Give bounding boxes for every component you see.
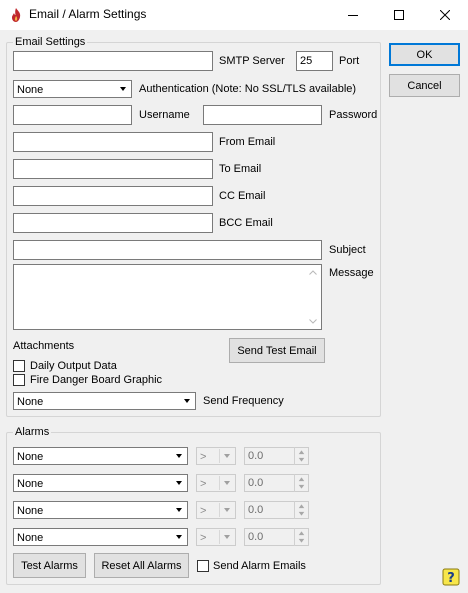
alarm-operator-value: >: [200, 451, 207, 463]
chevron-down-icon: [171, 476, 186, 490]
username-field[interactable]: [13, 105, 132, 125]
scroll-up-icon: [309, 270, 317, 275]
to-email-field[interactable]: [13, 159, 213, 179]
maximize-button[interactable]: [376, 0, 422, 30]
password-label: Password: [329, 109, 378, 121]
flame-icon: [12, 8, 21, 22]
alarm-value-text: 0.0: [248, 450, 264, 462]
chevron-down-icon: [219, 530, 234, 544]
alarm-value-text: 0.0: [248, 531, 264, 543]
alarm-source-value: None: [17, 532, 44, 544]
alarm-value-input[interactable]: 0.0: [244, 474, 309, 492]
subject-label: Subject: [329, 244, 366, 256]
daily-output-label: Daily Output Data: [30, 360, 117, 372]
chevron-down-icon: [171, 530, 186, 544]
chevron-down-icon: [219, 449, 234, 463]
svg-text:?: ?: [447, 571, 455, 586]
alarm-source-select[interactable]: None: [13, 474, 188, 492]
spin-arrows-icon[interactable]: [294, 447, 308, 465]
alarm-value-input[interactable]: 0.0: [244, 528, 309, 546]
fire-danger-checkbox[interactable]: [13, 374, 25, 386]
window-title: Email / Alarm Settings: [29, 7, 147, 21]
ok-button[interactable]: OK: [389, 43, 460, 66]
alarm-operator-value: >: [200, 478, 207, 490]
cc-email-label: CC Email: [219, 190, 266, 202]
alarm-source-value: None: [17, 505, 44, 517]
authentication-value: None: [17, 84, 44, 96]
alarm-operator-value: >: [200, 532, 207, 544]
alarm-source-value: None: [17, 451, 44, 463]
port-value: 25: [300, 55, 313, 67]
send-frequency-value: None: [17, 396, 44, 408]
alarm-operator-select[interactable]: >: [196, 474, 236, 492]
bcc-email-label: BCC Email: [219, 217, 273, 229]
alarm-row: None > 0.0: [0, 501, 330, 519]
daily-output-checkbox[interactable]: [13, 360, 25, 372]
chevron-down-icon: [219, 476, 234, 490]
title-bar: Email / Alarm Settings: [0, 0, 468, 30]
chevron-down-icon: [219, 503, 234, 517]
send-alarm-emails-checkbox[interactable]: [197, 560, 209, 572]
test-alarms-button[interactable]: Test Alarms: [13, 553, 86, 578]
port-field[interactable]: 25: [296, 51, 333, 71]
spin-arrows-icon[interactable]: [294, 528, 308, 546]
alarm-value-input[interactable]: 0.0: [244, 501, 309, 519]
alarms-legend: Alarms: [13, 426, 52, 438]
alarm-operator-value: >: [200, 505, 207, 517]
spin-arrows-icon[interactable]: [294, 474, 308, 492]
alarm-source-select[interactable]: None: [13, 528, 188, 546]
smtp-server-field[interactable]: [13, 51, 213, 71]
fire-danger-label: Fire Danger Board Graphic: [30, 374, 163, 386]
alarm-row: None > 0.0: [0, 528, 330, 546]
alarm-row: None > 0.0: [0, 474, 330, 492]
message-label: Message: [329, 267, 374, 279]
from-email-field[interactable]: [13, 132, 213, 152]
attachments-label: Attachments: [13, 340, 75, 352]
from-email-label: From Email: [219, 136, 276, 148]
cc-email-field[interactable]: [13, 186, 213, 206]
message-scrollbar[interactable]: [306, 266, 320, 328]
cancel-button[interactable]: Cancel: [389, 74, 460, 97]
help-icon[interactable]: ?: [442, 568, 460, 586]
alarm-source-select[interactable]: None: [13, 447, 188, 465]
alarm-value-text: 0.0: [248, 477, 264, 489]
alarm-operator-select[interactable]: >: [196, 447, 236, 465]
to-email-label: To Email: [219, 163, 262, 175]
reset-all-alarms-button[interactable]: Reset All Alarms: [94, 553, 189, 578]
spin-arrows-icon[interactable]: [294, 501, 308, 519]
authentication-select[interactable]: None: [13, 80, 132, 98]
scroll-down-icon: [309, 319, 317, 324]
message-textarea[interactable]: [13, 264, 322, 330]
chevron-down-icon: [171, 503, 186, 517]
close-icon: [440, 10, 450, 20]
send-test-email-button[interactable]: Send Test Email: [229, 338, 325, 363]
chevron-down-icon: [115, 82, 130, 96]
bcc-email-field[interactable]: [13, 213, 213, 233]
close-button[interactable]: [422, 0, 468, 30]
authentication-label: Authentication (Note: No SSL/TLS availab…: [139, 83, 357, 95]
port-label: Port: [339, 55, 360, 67]
alarm-operator-select[interactable]: >: [196, 501, 236, 519]
password-field[interactable]: [203, 105, 322, 125]
username-label: Username: [139, 109, 190, 121]
maximize-icon: [394, 10, 404, 20]
alarm-value-input[interactable]: 0.0: [244, 447, 309, 465]
send-frequency-label: Send Frequency: [203, 395, 284, 407]
chevron-down-icon: [171, 449, 186, 463]
alarm-operator-select[interactable]: >: [196, 528, 236, 546]
alarm-source-select[interactable]: None: [13, 501, 188, 519]
chevron-down-icon: [179, 394, 194, 408]
alarm-row: None > 0.0: [0, 447, 330, 465]
email-settings-legend: Email Settings: [13, 36, 88, 48]
send-alarm-emails-label: Send Alarm Emails: [213, 560, 306, 572]
subject-field[interactable]: [13, 240, 322, 260]
alarm-source-value: None: [17, 478, 44, 490]
smtp-server-label: SMTP Server: [219, 55, 285, 67]
minimize-button[interactable]: [330, 0, 376, 30]
send-frequency-select[interactable]: None: [13, 392, 196, 410]
alarm-value-text: 0.0: [248, 504, 264, 516]
minimize-icon: [348, 15, 358, 16]
